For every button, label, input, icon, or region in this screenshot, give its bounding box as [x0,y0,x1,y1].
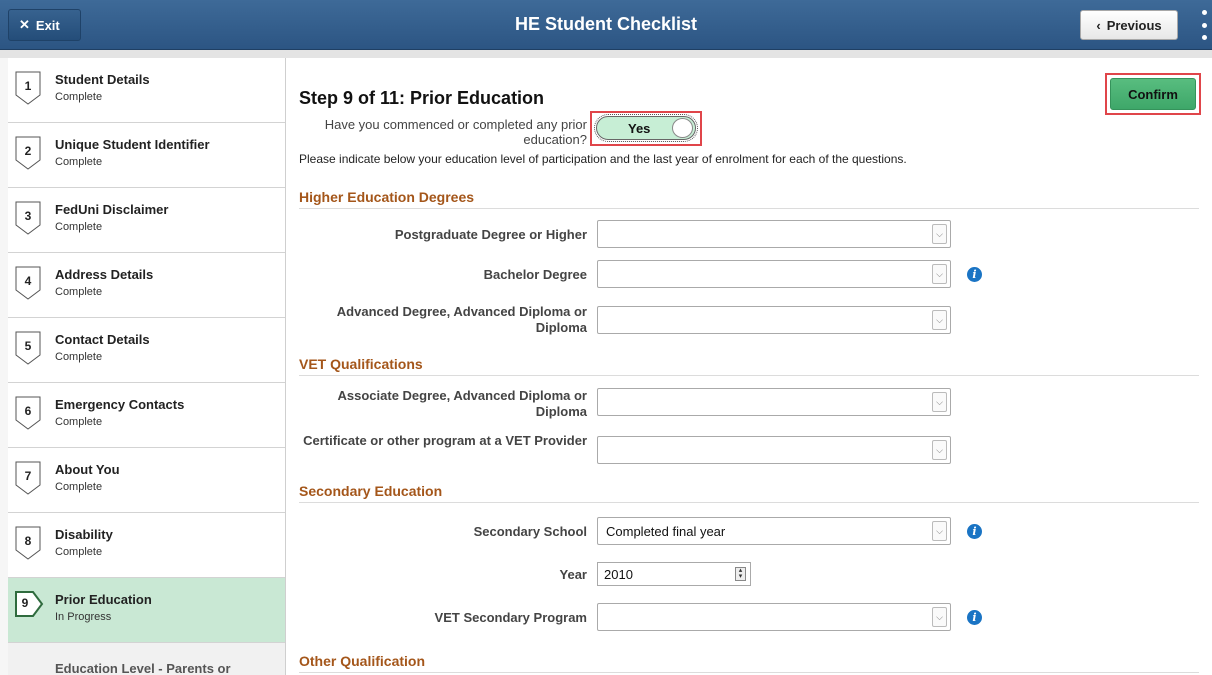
step-title: Prior Education [55,592,152,607]
chevron-down-icon: ⌵ [932,521,947,541]
section-title-vet: VET Qualifications [299,356,1199,376]
page-title: HE Student Checklist [514,14,698,34]
chevron-down-icon: ⌵ [932,224,947,244]
step-badge-icon: 9 [15,591,45,625]
step-badge-icon: 6 [15,396,45,430]
confirm-button[interactable]: Confirm [1110,78,1196,110]
step-badge-icon: 2 [15,136,45,170]
step-status: Complete [55,286,103,298]
step-title: FedUni Disclaimer [55,202,169,217]
bachelor-select[interactable]: ⌵ [597,260,951,288]
sidebar-item-about-you[interactable]: 7 About You Complete [8,448,285,513]
chevron-down-icon: ⌵ [932,264,947,284]
certificate-label: Certificate or other program at a VET Pr… [303,433,587,448]
year-label: Year [559,567,587,582]
year-input[interactable]: 2010 ▴ ▾ [597,562,751,586]
step-badge-icon: 7 [15,461,45,495]
associate-degree-select[interactable]: ⌵ [597,388,951,416]
step-title: About You [55,462,120,477]
step-heading: Step 9 of 11: Prior Education [299,88,545,108]
sidebar-item-disability[interactable]: 8 Disability Complete [8,513,285,578]
step-title: Disability [55,527,113,542]
secondary-school-select[interactable]: Completed final year ⌵ [597,517,951,545]
postgraduate-label: Postgraduate Degree or Higher [394,227,587,242]
step-status: Complete [55,481,103,493]
info-icon[interactable]: i [967,524,982,539]
step-title: Unique Student Identifier [55,137,210,152]
secondary-school-label: Secondary School [473,524,587,539]
step-status: Complete [55,546,103,558]
sidebar-item-student-details[interactable]: 1 Student Details Complete [8,58,285,123]
step-badge-icon [15,656,45,675]
toggle-knob [672,118,693,138]
sidebar-item-emergency-contacts[interactable]: 6 Emergency Contacts Complete [8,383,285,448]
step-title: Student Details [55,72,150,87]
chevron-down-icon: ⌵ [932,310,947,330]
sidebar-item-education-level-parents[interactable]: Education Level - Parents or [8,643,285,675]
step-badge-icon: 8 [15,526,45,560]
header-divider [0,50,1212,58]
confirm-highlight: Confirm [1105,73,1201,115]
vet-secondary-select[interactable]: ⌵ [597,603,951,631]
step-title: Education Level - Parents or [55,661,231,675]
prior-education-question: Have you commenced or completed any prio… [324,117,587,147]
step-title: Emergency Contacts [55,397,185,412]
spinner-icon[interactable]: ▴ ▾ [735,567,746,581]
previous-label: Previous [1106,17,1162,33]
sidebar-item-address-details[interactable]: 4 Address Details Complete [8,253,285,318]
step-status: Complete [55,416,103,428]
toggle-label: Yes [628,121,651,136]
step-status: In Progress [55,611,112,623]
step-status: Complete [55,91,103,103]
step-status: Complete [55,156,103,168]
chevron-down-icon: ⌵ [932,392,947,412]
chevron-down-icon: ⌵ [932,607,947,627]
sidebar-item-unique-student-identifier[interactable]: 2 Unique Student Identifier Complete [8,123,285,188]
toggle-highlight: Yes [590,111,702,146]
chevron-left-icon: ‹ [1096,17,1101,33]
step-badge-icon: 3 [15,201,45,235]
associate-degree-label: Associate Degree, Advanced Diploma or Di… [337,388,588,419]
step-status: Complete [55,221,103,233]
info-icon[interactable]: i [967,267,982,282]
instructions-text: Please indicate below your education lev… [299,152,907,166]
advanced-degree-label: Advanced Degree, Advanced Diploma or Dip… [336,304,587,335]
certificate-select[interactable]: ⌵ [597,436,951,464]
prior-education-toggle[interactable]: Yes [594,114,698,142]
previous-button[interactable]: ‹ Previous [1080,10,1178,40]
sidebar: 1 Student Details Complete 2 Unique Stud… [0,58,286,675]
step-status: Complete [55,351,103,363]
step-badge-icon: 5 [15,331,45,365]
header-bar: ✕ Exit HE Student Checklist ‹ Previous [0,0,1212,50]
step-title: Address Details [55,267,154,282]
bachelor-label: Bachelor Degree [483,267,587,282]
sidebar-item-contact-details[interactable]: 5 Contact Details Complete [8,318,285,383]
advanced-degree-select[interactable]: ⌵ [597,306,951,334]
step-title: Contact Details [55,332,150,347]
section-title-secondary: Secondary Education [299,483,1199,503]
section-title-other: Other Qualification [299,653,1199,673]
chevron-down-icon: ⌵ [932,440,947,460]
sidebar-item-prior-education[interactable]: 9 Prior Education In Progress [8,578,285,643]
step-badge-icon: 1 [15,71,45,105]
info-icon[interactable]: i [967,610,982,625]
more-vertical-icon[interactable] [1200,10,1208,40]
sidebar-item-feduni-disclaimer[interactable]: 3 FedUni Disclaimer Complete [8,188,285,253]
step-badge-icon: 4 [15,266,45,300]
vet-secondary-label: VET Secondary Program [434,610,587,625]
main-content: Confirm Step 9 of 11: Prior Education Ha… [287,58,1212,675]
section-title-higher-education: Higher Education Degrees [299,189,1199,209]
postgraduate-select[interactable]: ⌵ [597,220,951,248]
